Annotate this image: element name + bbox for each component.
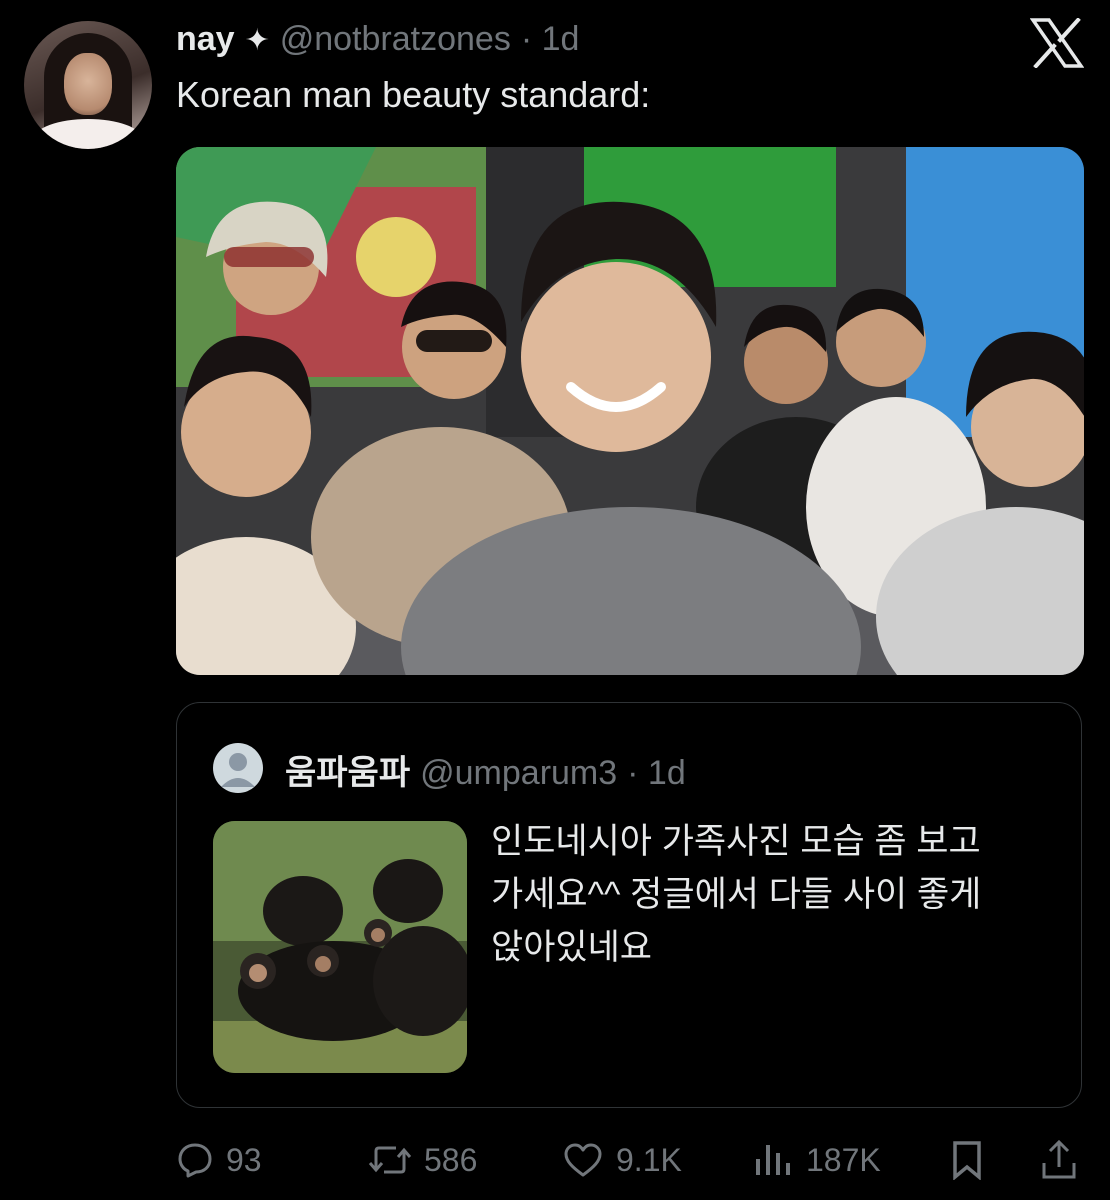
bookmark-icon	[953, 1141, 981, 1180]
repost-button[interactable]: 586	[368, 1136, 477, 1184]
bookmark-button[interactable]	[950, 1136, 984, 1184]
sparkle-icon: ✦	[244, 24, 270, 57]
quoted-tweet-time[interactable]: · 1d	[627, 754, 686, 793]
views-icon	[756, 1145, 790, 1175]
like-count: 9.1K	[616, 1141, 682, 1178]
tweet-text: Korean man beauty standard:	[176, 74, 651, 115]
author-handle[interactable]: @notbratzones	[280, 20, 511, 59]
reply-count: 93	[226, 1141, 262, 1178]
tweet-header: nay ✦ @notbratzones · 1d	[176, 20, 579, 64]
quoted-tweet-thumbnail[interactable]	[213, 821, 467, 1073]
reply-button[interactable]: 93	[176, 1136, 262, 1184]
author-avatar[interactable]	[24, 21, 152, 149]
tweet-media-photo[interactable]	[176, 147, 1084, 675]
views-button[interactable]: 187K	[752, 1136, 881, 1184]
quoted-author-name[interactable]: 움파움파	[285, 745, 410, 794]
like-button[interactable]: 9.1K	[562, 1136, 682, 1184]
tweet-time[interactable]: · 1d	[521, 20, 580, 59]
quoted-tweet-header: 움파움파 @umparum3 · 1d	[285, 745, 686, 794]
author-name[interactable]: nay	[176, 20, 235, 59]
views-count: 187K	[806, 1141, 881, 1178]
x-logo-icon[interactable]	[1030, 18, 1084, 68]
share-icon	[1042, 1139, 1076, 1179]
chimpanzee-group-image	[213, 821, 467, 1073]
tweet-action-bar: 93 586 9.1K 187K	[176, 1136, 1084, 1184]
heart-icon	[564, 1143, 602, 1177]
quoted-author-handle[interactable]: @umparum3	[420, 754, 617, 793]
repost-icon	[368, 1146, 412, 1174]
avatar-face	[64, 53, 112, 115]
quoted-tweet-text: 인도네시아 가족사진 모습 좀 보고 가세요^^ 정글에서 다들 사이 좋게 앉…	[491, 822, 982, 967]
repost-count: 586	[424, 1141, 478, 1178]
comment-icon	[178, 1143, 212, 1178]
group-selfie-image	[176, 147, 1084, 675]
default-avatar-icon[interactable]	[213, 743, 263, 793]
quoted-tweet-card[interactable]: 움파움파 @umparum3 · 1d 인도네시아 가족사진 모습 좀 보고 가…	[176, 702, 1082, 1108]
share-button[interactable]	[1040, 1136, 1078, 1184]
